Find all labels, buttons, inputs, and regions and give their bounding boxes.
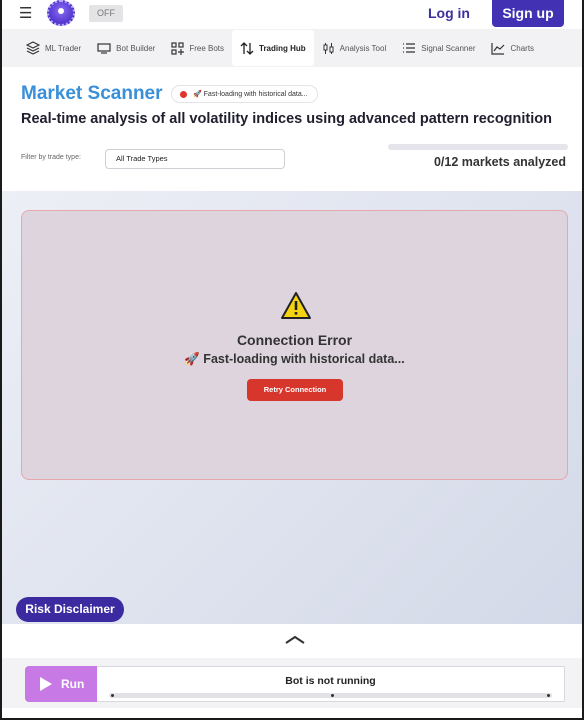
tab-label: Charts: [510, 43, 535, 53]
tab-trading-hub[interactable]: Trading Hub: [232, 30, 314, 66]
hamburger-menu-icon[interactable]: ☰: [19, 4, 32, 22]
status-pill-text: 🚀 Fast-loading with historical data...: [193, 91, 308, 98]
grid-plus-icon: [171, 41, 185, 55]
tab-label: ML Trader: [45, 43, 82, 53]
tab-label: Trading Hub: [259, 43, 306, 53]
app-frame: ☰ OFF Log in Sign up ML Trader Bot Build…: [0, 0, 584, 720]
tab-bot-builder[interactable]: Bot Builder: [89, 30, 163, 66]
candlestick-icon: [323, 42, 334, 54]
risk-disclaimer-button[interactable]: Risk Disclaimer: [16, 597, 124, 622]
bot-progress-track: [109, 693, 552, 698]
filter-label: Filter by trade type:: [21, 154, 81, 161]
run-button-label: Run: [61, 677, 85, 691]
track-dot: [330, 694, 334, 697]
bot-status-box: Bot is not running: [97, 666, 565, 702]
analysis-progress-bar: [388, 144, 568, 150]
scanner-header: Market Scanner 🚀 Fast-loading with histo…: [2, 67, 582, 191]
markets-analyzed-count: 0/12 markets analyzed: [433, 155, 566, 169]
track-dot: [111, 694, 114, 697]
warning-icon: [281, 292, 311, 319]
logo-center-dot: [58, 8, 64, 14]
drawer-toggle[interactable]: [2, 624, 582, 658]
tab-label: Signal Scanner: [421, 43, 476, 53]
error-title: Connection Error: [236, 332, 353, 348]
run-button[interactable]: Run: [25, 666, 97, 702]
swap-arrows-icon: [240, 41, 254, 55]
monitor-icon: [97, 43, 111, 54]
signup-button[interactable]: Sign up: [492, 0, 564, 27]
tab-free-bots[interactable]: Free Bots: [163, 30, 232, 66]
track-dot: [547, 694, 550, 697]
bottom-edge: [2, 708, 582, 718]
line-chart-icon: [491, 42, 505, 55]
page-title: Market Scanner: [21, 83, 163, 104]
login-link[interactable]: Log in: [428, 5, 470, 21]
tab-label: Bot Builder: [116, 43, 156, 53]
connection-error-card: Connection Error 🚀 Fast-loading with his…: [21, 210, 568, 480]
tab-analysis-tool[interactable]: Analysis Tool: [314, 30, 395, 66]
page-subtitle: Real-time analysis of all volatility ind…: [21, 111, 552, 127]
trade-type-select[interactable]: All Trade Types: [105, 149, 285, 169]
layers-icon: [26, 41, 40, 55]
list-icon: [403, 43, 416, 53]
top-bar: ☰ OFF Log in Sign up: [2, 0, 582, 28]
retry-connection-button[interactable]: Retry Connection: [247, 379, 343, 401]
toggle-off-badge[interactable]: OFF: [89, 5, 123, 22]
main-tabs: ML Trader Bot Builder Free Bots Trading …: [2, 29, 582, 67]
tab-label: Free Bots: [189, 43, 224, 53]
chevron-up-icon: [285, 635, 305, 644]
status-dot-icon: [180, 90, 187, 98]
tab-ml-trader[interactable]: ML Trader: [18, 30, 89, 66]
main-content: Connection Error 🚀 Fast-loading with his…: [2, 191, 582, 624]
run-panel: Run Bot is not running: [2, 658, 582, 708]
play-icon: [40, 677, 52, 691]
tab-signal-scanner[interactable]: Signal Scanner: [394, 30, 483, 66]
tab-charts[interactable]: Charts: [483, 30, 542, 66]
loading-status-pill: 🚀 Fast-loading with historical data...: [171, 85, 318, 103]
error-message: 🚀 Fast-loading with historical data...: [184, 352, 405, 366]
bot-status-text: Bot is not running: [285, 675, 376, 687]
tab-label: Analysis Tool: [339, 43, 387, 53]
